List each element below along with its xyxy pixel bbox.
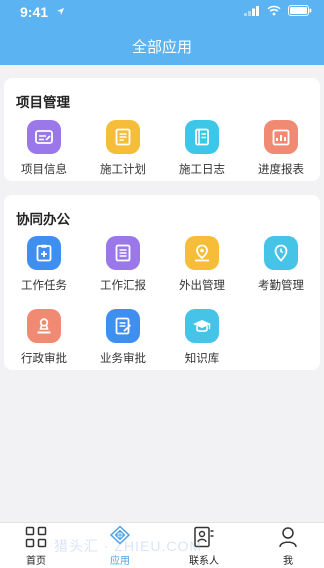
app-label: 考勤管理 <box>258 278 304 292</box>
app-label: 工作任务 <box>21 278 67 292</box>
app-label: 进度报表 <box>258 162 304 176</box>
wifi-icon <box>267 5 281 16</box>
page-title: 全部应用 <box>131 38 192 56</box>
location-arrow-icon <box>56 7 65 16</box>
business-approval-icon <box>106 309 140 343</box>
section-title: 项目管理 <box>16 95 70 111</box>
construction-log-icon <box>185 120 219 154</box>
app-admin-approval[interactable]: 行政审批 <box>4 309 84 366</box>
app-header: 9:41 全部应用 <box>0 0 324 65</box>
status-icons <box>244 5 312 16</box>
app-label: 施工日志 <box>179 162 225 176</box>
collaboration-section: 协同办公 工作任务 工作汇报 外出管理 考勤管理 行政审批 业务审批 知识库 <box>4 195 320 370</box>
admin-approval-icon <box>27 309 61 343</box>
app-label: 施工计划 <box>100 162 146 176</box>
app-knowledge-base[interactable]: 知识库 <box>162 309 242 366</box>
tab-label: 我 <box>283 556 293 567</box>
app-label: 业务审批 <box>100 351 146 365</box>
watermark: 猎头汇 · ZHIEU.COM <box>54 538 202 554</box>
app-project-info[interactable]: 项目信息 <box>4 120 84 177</box>
section-title: 协同办公 <box>16 212 70 228</box>
app-attendance[interactable]: 考勤管理 <box>241 236 321 293</box>
app-outing-management[interactable]: 外出管理 <box>162 236 242 293</box>
status-bar: 9:41 <box>0 0 324 24</box>
app-work-report[interactable]: 工作汇报 <box>83 236 163 293</box>
attendance-icon <box>264 236 298 270</box>
app-work-task[interactable]: 工作任务 <box>4 236 84 293</box>
app-label: 知识库 <box>184 351 220 365</box>
signal-icon <box>244 5 259 16</box>
work-task-icon <box>27 236 61 270</box>
person-icon <box>258 525 318 549</box>
outing-management-icon <box>185 236 219 270</box>
app-label: 项目信息 <box>21 162 67 176</box>
battery-icon <box>288 5 312 16</box>
app-construction-log[interactable]: 施工日志 <box>162 120 242 177</box>
status-time: 9:41 <box>20 4 49 20</box>
app-label: 外出管理 <box>179 278 225 292</box>
work-report-icon <box>106 236 140 270</box>
app-business-approval[interactable]: 业务审批 <box>83 309 163 366</box>
project-info-icon <box>27 120 61 154</box>
app-label: 行政审批 <box>21 351 67 365</box>
progress-report-icon <box>264 120 298 154</box>
app-progress-report[interactable]: 进度报表 <box>241 120 321 177</box>
knowledge-base-icon <box>185 309 219 343</box>
construction-plan-icon <box>106 120 140 154</box>
tab-me[interactable]: 我 <box>258 525 318 567</box>
app-construction-plan[interactable]: 施工计划 <box>83 120 163 177</box>
project-management-section: 项目管理 项目信息 施工计划 施工日志 进度报表 <box>4 78 320 181</box>
app-label: 工作汇报 <box>100 278 146 292</box>
